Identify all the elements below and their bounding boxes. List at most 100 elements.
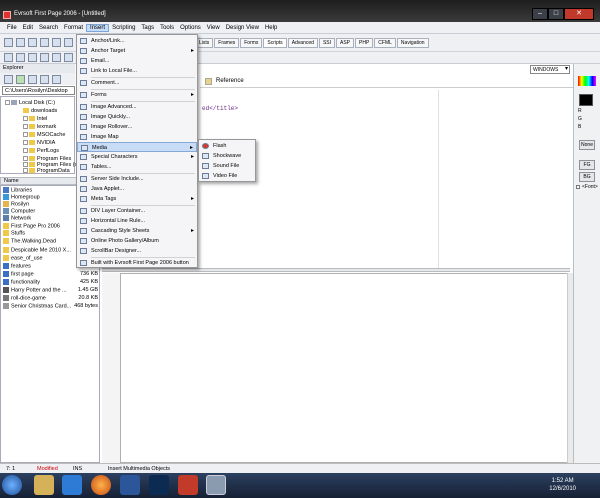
list-item[interactable]: Senior Christmas Card... 468 bytes bbox=[3, 303, 99, 310]
menu-item-java-applet[interactable]: Java Applet... bbox=[77, 184, 197, 194]
menu-view[interactable]: View bbox=[204, 25, 223, 31]
menu-item-image-map[interactable]: Image Map bbox=[77, 132, 197, 142]
home-icon[interactable] bbox=[28, 75, 37, 84]
list-item[interactable]: first page 736 KB bbox=[3, 271, 99, 278]
path-field[interactable]: C:\Users\Rosilyn\Desktop bbox=[2, 86, 75, 95]
menu-item-meta-tags[interactable]: Meta Tags ▸ bbox=[77, 194, 197, 204]
folder-up-icon[interactable] bbox=[4, 75, 13, 84]
menu-item-css[interactable]: Cascading Style Sheets ▸ bbox=[77, 226, 197, 236]
tab-php[interactable]: PHP bbox=[355, 38, 374, 48]
bg-button[interactable]: BG bbox=[579, 172, 595, 182]
menu-item-photo-gallery[interactable]: Online Photo Gallery/Album bbox=[77, 236, 197, 246]
paste-icon[interactable] bbox=[28, 53, 37, 62]
list-item[interactable]: functionality 425 KB bbox=[3, 279, 99, 286]
minimize-button[interactable]: – bbox=[532, 8, 548, 20]
list-item[interactable]: Harry Potter and the ... 1.45 GB bbox=[3, 287, 99, 294]
menu-search[interactable]: Search bbox=[36, 25, 61, 31]
view-icon[interactable] bbox=[40, 75, 49, 84]
tab-asp[interactable]: ASP bbox=[336, 38, 355, 48]
menu-file[interactable]: File bbox=[4, 25, 20, 31]
fg-button[interactable]: FG bbox=[579, 160, 595, 170]
menu-item-image-rollover[interactable]: Image Rollover... bbox=[77, 122, 197, 132]
font-checkbox[interactable] bbox=[576, 185, 580, 189]
first-page-taskbar-icon[interactable] bbox=[206, 475, 226, 495]
menu-format[interactable]: Format bbox=[61, 25, 86, 31]
close-button[interactable]: ✕ bbox=[564, 8, 594, 20]
tab-forms[interactable]: Forms bbox=[240, 38, 263, 48]
firefox-icon[interactable] bbox=[91, 475, 111, 495]
menu-edit[interactable]: Edit bbox=[20, 25, 36, 31]
menu-item-anchor-target[interactable]: Anchor Target ▸ bbox=[77, 46, 197, 56]
tab-frames[interactable]: Frames bbox=[214, 38, 240, 48]
tree-node[interactable]: MSOCache bbox=[23, 132, 65, 138]
cut-icon[interactable] bbox=[4, 53, 13, 62]
tree-node[interactable]: downloads bbox=[23, 108, 57, 114]
refresh-icon[interactable] bbox=[16, 75, 25, 84]
photoshop-icon[interactable] bbox=[149, 475, 169, 495]
menu-help[interactable]: Help bbox=[262, 25, 280, 31]
filter-icon[interactable] bbox=[52, 75, 61, 84]
menu-item-link-local[interactable]: Link to Local File... bbox=[77, 66, 197, 76]
copy-icon[interactable] bbox=[16, 53, 25, 62]
undo-icon[interactable] bbox=[40, 53, 49, 62]
tree-node[interactable]: ProgramData bbox=[23, 168, 70, 174]
maximize-button[interactable]: □ bbox=[548, 8, 564, 20]
menu-item-horizontal-rule[interactable]: Horizontal Line Rule... bbox=[77, 216, 197, 226]
tree-node[interactable]: PerfLogs bbox=[23, 148, 59, 154]
color-spectrum[interactable] bbox=[578, 76, 596, 86]
tab-ssi[interactable]: SSI bbox=[318, 38, 335, 48]
open-file-icon[interactable] bbox=[16, 38, 25, 47]
internet-explorer-icon[interactable] bbox=[62, 475, 82, 495]
foreground-swatch[interactable] bbox=[579, 94, 593, 106]
zoom-icon[interactable] bbox=[64, 53, 73, 62]
tree-node[interactable]: Local Disk (C:) bbox=[5, 100, 55, 106]
menu-item-email[interactable]: Email... bbox=[77, 56, 197, 66]
tab-scripts[interactable]: Scripts bbox=[263, 38, 287, 48]
save-icon[interactable] bbox=[28, 38, 37, 47]
word-icon[interactable] bbox=[120, 475, 140, 495]
menu-item-video-file[interactable]: Video File bbox=[199, 171, 255, 181]
app-icon-red[interactable] bbox=[178, 475, 198, 495]
menu-item-built-with-button[interactable]: Built with Evrsoft First Page 2006 butto… bbox=[77, 258, 197, 268]
tab-cfml[interactable]: CFML bbox=[374, 38, 396, 48]
menu-item-special-characters[interactable]: Special Characters ▸ bbox=[77, 152, 197, 162]
menu-design-view[interactable]: Design View bbox=[223, 25, 262, 31]
find-icon[interactable] bbox=[64, 38, 73, 47]
menu-item-shockwave[interactable]: Shockwave bbox=[199, 151, 255, 161]
menu-scripting[interactable]: Scripting bbox=[109, 25, 138, 31]
design-preview[interactable] bbox=[120, 273, 568, 463]
clock[interactable]: 1:52 AM 12/6/2010 bbox=[549, 477, 576, 493]
file-explorer-icon[interactable] bbox=[34, 475, 54, 495]
menu-item-flash[interactable]: Flash bbox=[199, 141, 255, 151]
tab-navigation[interactable]: Navigation bbox=[396, 38, 429, 48]
menu-item-server-side-include[interactable]: Server Side Include... bbox=[77, 174, 197, 184]
menu-item-image-quickly[interactable]: Image Quickly... bbox=[77, 112, 197, 122]
tab-advanced[interactable]: Advanced bbox=[287, 38, 318, 48]
menu-options[interactable]: Options bbox=[177, 25, 204, 31]
menu-item-tables[interactable]: Tables... bbox=[77, 162, 197, 172]
tree-node[interactable]: NVIDIA bbox=[23, 140, 55, 146]
menu-item-comment[interactable]: Comment... bbox=[77, 78, 197, 88]
menu-item-scrollbar-designer[interactable]: ScrollBar Designer... bbox=[77, 246, 197, 256]
menu-tools[interactable]: Tools bbox=[157, 25, 177, 31]
start-button[interactable] bbox=[2, 475, 22, 495]
menu-item-div-layer[interactable]: DIV Layer Container... bbox=[77, 206, 197, 216]
menu-item-sound-file[interactable]: Sound File bbox=[199, 161, 255, 171]
menu-item-forms[interactable]: Forms ▸ bbox=[77, 90, 197, 100]
preview-icon[interactable] bbox=[52, 38, 61, 47]
redo-icon[interactable] bbox=[52, 53, 61, 62]
tree-node[interactable]: Intel bbox=[23, 116, 47, 122]
menu-item-image-advanced[interactable]: Image Advanced... bbox=[77, 102, 197, 112]
tree-node[interactable]: lexmark bbox=[23, 124, 56, 130]
none-button[interactable]: None bbox=[579, 140, 595, 150]
menu-tags[interactable]: Tags bbox=[138, 25, 157, 31]
new-file-icon[interactable] bbox=[4, 38, 13, 47]
menu-insert[interactable]: Insert bbox=[86, 23, 110, 32]
tab-reference[interactable]: Reference bbox=[216, 78, 244, 84]
list-item[interactable]: roll-dice-game 20.8 KB bbox=[3, 295, 99, 302]
doctype-select[interactable]: WINDOWS bbox=[530, 65, 570, 74]
print-icon[interactable] bbox=[40, 38, 49, 47]
menu-item-anchor-link[interactable]: Anchor/Link... bbox=[77, 36, 197, 46]
pane-splitter[interactable] bbox=[102, 268, 570, 272]
menu-item-media[interactable]: Media ▸ bbox=[77, 142, 197, 152]
